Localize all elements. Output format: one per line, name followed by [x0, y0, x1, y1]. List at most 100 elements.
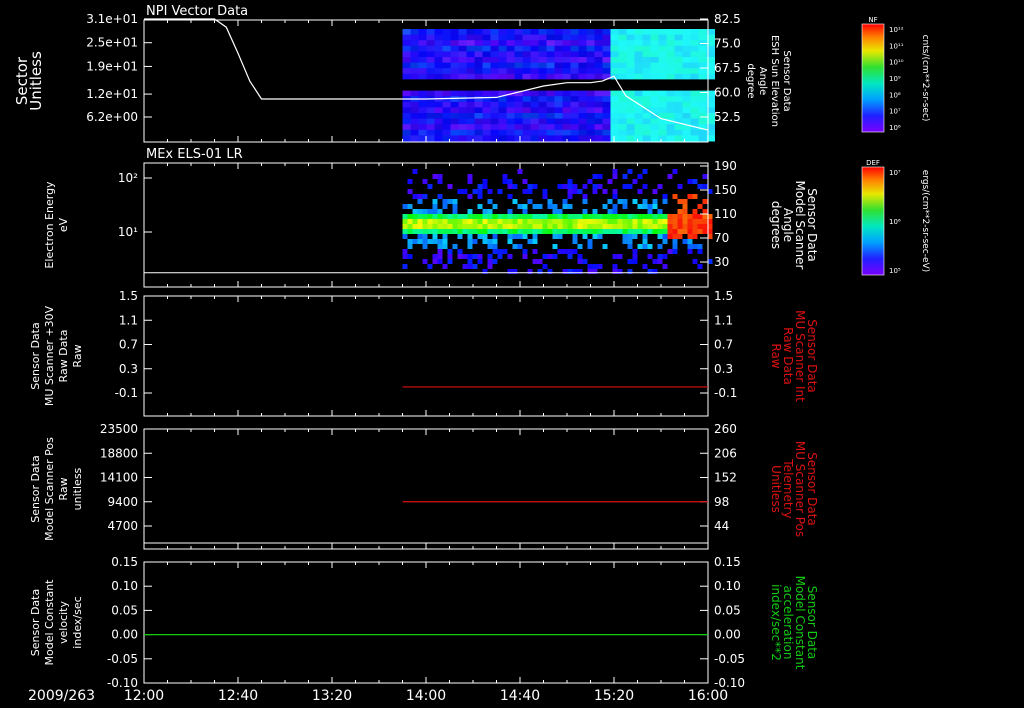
spectrogram-cell	[666, 85, 675, 92]
spectrogram-cell	[682, 209, 688, 214]
colorbar-title: DEF	[866, 159, 880, 167]
spectrogram-cell	[658, 129, 667, 136]
spectrogram-cell	[490, 90, 499, 97]
panel-2-title: MEx ELS-01 LR	[146, 147, 243, 162]
time-tick-label: 12:00	[124, 688, 164, 704]
spectrogram-cell	[530, 90, 539, 97]
spectrogram-cell	[570, 118, 579, 125]
spectrogram-cell	[674, 96, 683, 103]
spectrogram-cell	[442, 40, 451, 47]
spectrogram-cell	[698, 68, 707, 75]
spectrogram-cell	[542, 189, 548, 194]
spectrogram-cell	[467, 174, 473, 179]
spectrogram-cell	[482, 45, 491, 52]
spectrogram-cell	[432, 214, 438, 219]
spectrogram-cell	[506, 40, 515, 47]
spectrogram-cell	[554, 90, 563, 97]
spectrogram-cell	[674, 135, 683, 142]
spectrogram-cell	[422, 239, 428, 244]
spectrogram-cell	[687, 179, 693, 184]
spectrogram-cell	[417, 209, 423, 214]
right-axis-label: ESH Sun Elevation	[769, 35, 780, 127]
left-axis-label: Sensor Data	[29, 322, 42, 389]
spectrogram-cell	[467, 239, 473, 244]
spectrogram-cell	[514, 34, 523, 41]
spectrogram-cell	[498, 101, 507, 108]
spectrogram-cell	[487, 199, 493, 204]
spectrogram-cell	[557, 209, 563, 214]
spectrogram-cell	[458, 34, 467, 41]
spectrogram-cell	[487, 229, 493, 234]
spectrogram-cell	[418, 51, 427, 58]
spectrogram-cell	[426, 29, 435, 36]
spectrogram-cell	[407, 214, 413, 219]
spectrogram-cell	[642, 229, 648, 234]
spectrogram-cell	[432, 209, 438, 214]
spectrogram-cell	[402, 219, 408, 224]
spectrogram-cell	[586, 107, 595, 114]
spectrogram-cell	[682, 29, 691, 36]
spectrogram-cell	[626, 40, 635, 47]
spectrogram-cell	[422, 229, 428, 234]
spectrogram-cell	[602, 29, 611, 36]
spectrogram-cell	[682, 45, 691, 52]
spectrogram-cell	[554, 29, 563, 36]
spectrogram-cell	[577, 229, 583, 234]
spectrogram-cell	[562, 184, 568, 189]
spectrogram-cell	[642, 90, 651, 97]
spectrogram-cell	[417, 234, 423, 239]
spectrogram-cell	[474, 57, 483, 64]
spectrogram-cell	[690, 79, 699, 86]
spectrogram-cell	[474, 34, 483, 41]
left-axis-label: index/sec	[71, 596, 84, 648]
spectrogram-cell	[672, 244, 678, 249]
spectrogram-cell	[412, 229, 418, 234]
spectrogram-cell	[482, 224, 488, 229]
colorbar-tick-label: 10⁶	[889, 218, 901, 226]
spectrogram-cell	[682, 73, 691, 80]
spectrogram-cell	[626, 79, 635, 86]
spectrogram-cell	[466, 51, 475, 58]
spectrogram-cell	[612, 204, 618, 209]
spectrogram-cell	[477, 214, 483, 219]
spectrogram-cell	[522, 249, 528, 254]
spectrogram-cell	[642, 118, 651, 125]
spectrogram-cell	[690, 62, 699, 69]
spectrogram-cell	[546, 57, 555, 64]
spectrogram-cell	[632, 249, 638, 254]
spectrogram-cell	[622, 224, 628, 229]
spectrogram-cell	[502, 214, 508, 219]
spectrogram-cell	[652, 229, 658, 234]
spectrogram-cell	[682, 135, 691, 142]
spectrogram-cell	[410, 101, 419, 108]
spectrogram-cell	[622, 204, 628, 209]
spectrogram-cell	[690, 51, 699, 58]
spectrogram-cell	[572, 234, 578, 239]
spectrogram-cell	[567, 194, 573, 199]
spectrogram-cell	[674, 45, 683, 52]
spectrogram-cell	[687, 239, 693, 244]
spectrogram-cell	[682, 129, 691, 136]
spectrogram-cell	[522, 234, 528, 239]
spectrogram-cell	[570, 129, 579, 136]
spectrogram-cell	[552, 214, 558, 219]
spectrogram-cell	[407, 204, 413, 209]
spectrogram-cell	[642, 29, 651, 36]
spectrogram-cell	[674, 113, 683, 120]
spectrogram-cell	[412, 209, 418, 214]
spectrogram-cell	[577, 214, 583, 219]
spectrogram-cell	[514, 79, 523, 86]
spectrogram-cell	[426, 90, 435, 97]
spectrogram-cell	[642, 79, 651, 86]
stacked-time-series-plot: NPI Vector Data 3.1e+01 2.5e+01 1.9e+01 1.2e…	[13, 4, 930, 704]
spectrogram-cell	[450, 45, 459, 52]
spectrogram-cell	[417, 229, 423, 234]
spectrogram-cell	[652, 199, 658, 204]
spectrogram-cell	[477, 254, 483, 259]
spectrogram-cell	[682, 40, 691, 47]
spectrogram-cell	[530, 62, 539, 69]
spectrogram-cell	[482, 85, 491, 92]
spectrogram-cell	[618, 51, 627, 58]
spectrogram-cell	[537, 214, 543, 219]
spectrogram-cell	[572, 219, 578, 224]
